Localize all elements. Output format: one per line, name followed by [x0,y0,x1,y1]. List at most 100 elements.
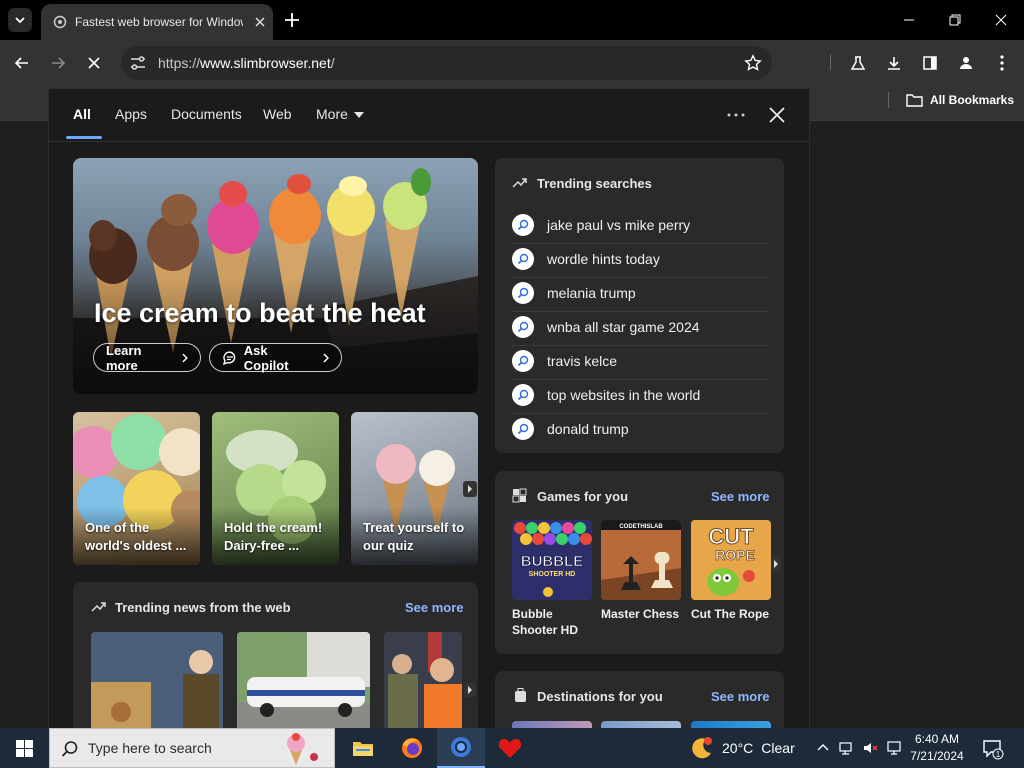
learn-more-button[interactable]: Learn more [93,342,201,373]
display-icon[interactable] [886,740,902,756]
system-clock[interactable]: 6:40 AM 7/21/2024 [905,731,969,765]
stop-icon [88,57,100,69]
tab-more[interactable]: More [316,106,364,122]
news-thumbnail[interactable] [237,632,370,729]
story-card[interactable]: Hold the cream! Dairy-free ... [212,412,339,565]
flask-icon [850,56,866,70]
address-bar[interactable]: https://www.slimbrowser.net/ [121,46,772,80]
download-icon [888,57,900,70]
story-card[interactable]: Treat yourself to our quiz [351,412,478,565]
learn-more-label: Learn more [106,342,142,373]
police-car-image [237,632,370,729]
ask-copilot-label: Ask Copilot [243,342,289,373]
tab-all[interactable]: All [73,106,91,122]
tab-apps[interactable]: Apps [115,106,147,122]
cut-the-rope-logo-subtext: ROPE [715,547,755,563]
restore-icon [949,14,961,26]
url-scheme: https:// [158,55,201,71]
trending-searches-title: Trending searches [537,176,652,191]
suitcase-icon [515,688,526,702]
folder-icon [353,742,373,756]
all-bookmarks-button[interactable]: All Bookmarks [906,93,1014,107]
news-thumbnail[interactable] [384,632,462,729]
story-card[interactable]: One of the world's oldest ... [73,412,200,565]
trending-search-item[interactable]: wnba all star game 2024 [512,311,768,346]
cut-the-rope-thumbnail: CUT ROPE [691,520,771,600]
trending-search-item[interactable]: wordle hints today [512,243,768,278]
ask-copilot-button[interactable]: Ask Copilot [209,342,342,373]
browser-icon [451,737,471,757]
game-title-line: Bubble [512,607,553,621]
search-icon-badge [512,248,534,270]
taskbar-search-box[interactable]: Type here to search [49,728,335,768]
firefox-taskbar-button[interactable] [388,728,436,768]
new-tab-icon[interactable] [282,10,302,30]
toolbar-divider [830,54,831,70]
search-icon [517,355,529,367]
profile-button[interactable] [954,51,978,75]
trending-search-item[interactable]: top websites in the world [512,379,768,414]
heart-app-taskbar-button[interactable] [486,728,534,768]
all-bookmarks-label: All Bookmarks [930,93,1015,107]
trending-search-item[interactable]: travis kelce [512,345,768,380]
story-card-title: One of the world's oldest ... [85,519,195,555]
back-button[interactable] [10,51,34,75]
story-card-line: world's oldest ... [85,538,187,553]
search-icon [517,423,529,435]
game-tile[interactable]: CODETHISLAB Master Chess [601,520,681,622]
close-tab-icon[interactable] [253,15,267,29]
search-icon [517,287,529,299]
tab-web[interactable]: Web [263,106,292,122]
hero-card[interactable]: Ice cream to beat the heat Learn more As… [73,158,478,394]
chevron-down-icon [15,17,25,24]
more-options-icon[interactable] [725,105,747,125]
restore-button[interactable] [932,6,978,34]
carousel-next-icon[interactable] [463,481,477,497]
tab-documents[interactable]: Documents [171,106,242,122]
news-image-art [91,632,223,729]
downloads-button[interactable] [882,51,906,75]
weather-widget[interactable]: 20°C Clear [690,728,795,768]
labs-button[interactable] [846,51,870,75]
carousel-next-icon[interactable] [464,683,476,697]
menu-button[interactable] [990,51,1014,75]
trending-search-item[interactable]: melania trump [512,277,768,312]
tab-more-label: More [316,106,348,122]
trending-search-item[interactable]: jake paul vs mike perry [512,209,768,244]
site-info-icon[interactable] [129,54,147,72]
start-button[interactable] [0,728,48,768]
network-icon[interactable] [838,740,854,756]
chevron-up-icon[interactable] [815,740,831,756]
game-title: Bubble Shooter HD [512,606,592,638]
minimize-button[interactable] [886,6,932,34]
file-explorer-taskbar-button[interactable] [339,728,387,768]
trending-search-item[interactable]: donald trump [512,413,768,447]
close-icon[interactable] [767,105,787,125]
trending-news-section: Trending news from the web See more [73,582,478,729]
news-see-more-link[interactable]: See more [405,600,464,615]
stop-button[interactable] [82,51,106,75]
search-icon-badge [512,350,534,372]
volume-muted-icon[interactable] [862,740,878,756]
game-tile[interactable]: BUBBLE SHOOTER HD Bubble Shooter HD [512,520,592,638]
close-window-button[interactable] [978,6,1024,34]
destinations-see-more-link[interactable]: See more [711,689,770,704]
forward-button[interactable] [46,51,70,75]
browser-tab[interactable]: Fastest web browser for Windows [41,4,273,40]
bubble-shooter-thumbnail: BUBBLE SHOOTER HD [512,520,592,600]
trending-up-icon [512,178,527,188]
news-thumbnail[interactable] [91,632,223,729]
side-panel-icon [923,56,937,70]
bubble-shooter-art: BUBBLE SHOOTER HD [512,520,592,600]
game-tile[interactable]: CUT ROPE Cut The Rope [691,520,771,622]
side-panel-button[interactable] [918,51,942,75]
star-icon[interactable] [744,54,762,72]
codethislab-logo-text: CODETHISLAB [619,524,663,530]
tab-search-button[interactable] [8,8,32,32]
notification-icon[interactable]: 1 [982,738,1004,760]
games-see-more-link[interactable]: See more [711,489,770,504]
news-people-image [384,632,462,729]
carousel-next-icon[interactable] [771,557,781,571]
story-card-line: Treat yourself to [363,520,465,535]
chrome-taskbar-button[interactable] [437,728,485,768]
